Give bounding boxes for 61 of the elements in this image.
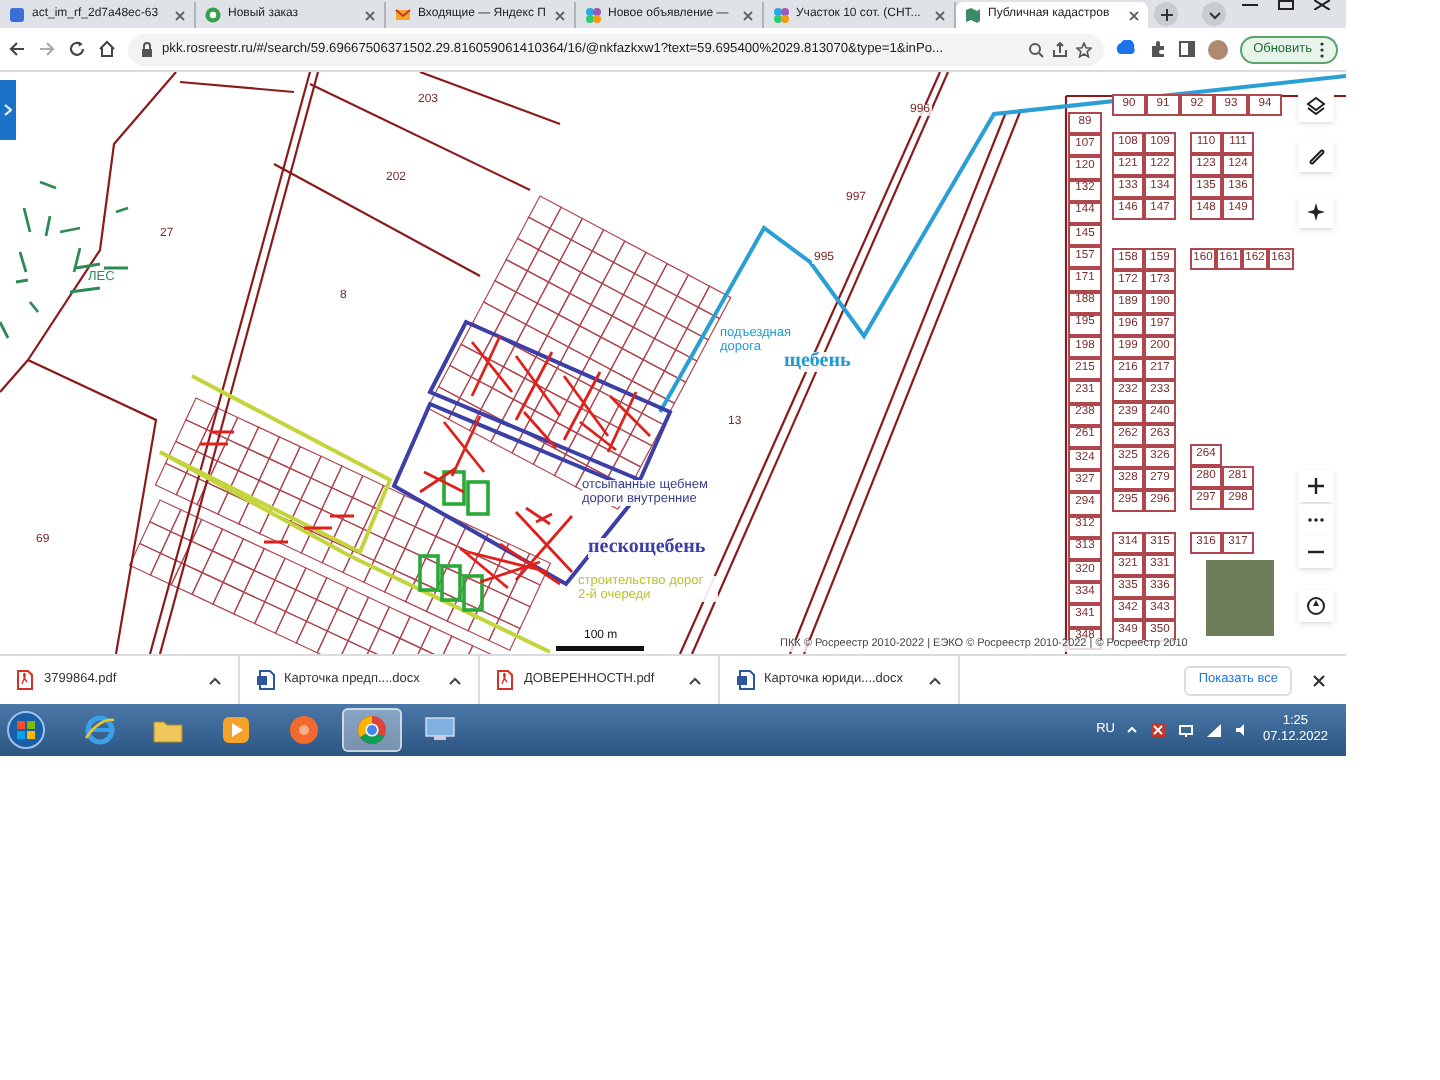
close-icon[interactable] xyxy=(1128,9,1140,21)
reload-icon[interactable] xyxy=(68,40,86,58)
map-control-button[interactable] xyxy=(1298,90,1334,122)
dots-icon xyxy=(584,6,602,24)
pdf-file-icon xyxy=(16,670,36,690)
chevron-icon xyxy=(1207,7,1221,21)
monitor-icon xyxy=(424,714,456,746)
taskbar-button[interactable] xyxy=(342,708,402,752)
cloud-icon[interactable] xyxy=(1115,40,1136,58)
flag-icon[interactable] xyxy=(1150,722,1167,738)
minimize-icon[interactable] xyxy=(1242,0,1258,8)
sidebar-icon[interactable] xyxy=(1177,40,1196,58)
signal-icon[interactable] xyxy=(1206,722,1223,738)
back-icon[interactable] xyxy=(8,40,26,58)
zoom-in-icon xyxy=(1306,476,1326,496)
maximize-icon[interactable] xyxy=(1278,0,1294,10)
layers-icon xyxy=(1306,96,1326,116)
map-control-button[interactable] xyxy=(1298,536,1334,568)
zoom-icon[interactable] xyxy=(1027,41,1044,57)
map-control-button[interactable] xyxy=(1298,590,1334,622)
map-control-button[interactable] xyxy=(1298,470,1334,502)
dots-icon xyxy=(772,6,790,24)
star-icon[interactable] xyxy=(1075,41,1092,57)
lock-icon[interactable] xyxy=(140,41,154,57)
network-icon[interactable] xyxy=(1178,722,1195,738)
compass-icon xyxy=(1306,202,1326,222)
globe-icon xyxy=(84,714,116,746)
map-icon xyxy=(964,6,982,24)
caret-icon[interactable] xyxy=(928,675,942,685)
satellite-thumbnail[interactable] xyxy=(1204,558,1276,638)
browser-icon xyxy=(356,714,388,746)
map-control-button[interactable] xyxy=(1298,196,1334,228)
home-icon[interactable] xyxy=(98,40,116,58)
play-icon xyxy=(220,714,252,746)
map-annotation: пескощебень xyxy=(588,538,706,558)
caret-icon[interactable] xyxy=(448,675,462,685)
map-annotation: щебень xyxy=(784,352,851,372)
plus-icon xyxy=(1159,7,1173,21)
puzzle-icon[interactable] xyxy=(1147,40,1166,58)
mail-icon xyxy=(394,6,412,24)
plot-outline-drawing xyxy=(418,470,490,612)
avatar[interactable] xyxy=(1207,39,1228,59)
caret-icon[interactable] xyxy=(688,675,702,685)
side-panel-toggle[interactable] xyxy=(0,80,16,140)
page-icon xyxy=(8,6,26,24)
circle-icon xyxy=(204,6,222,24)
new-tab-button[interactable] xyxy=(1154,2,1178,26)
tab-search-button[interactable] xyxy=(1202,2,1226,26)
start-button[interactable] xyxy=(6,710,46,750)
chevron-icon xyxy=(4,104,12,116)
word-file-icon xyxy=(736,670,756,690)
ruler-icon xyxy=(1306,146,1326,166)
close-icon[interactable] xyxy=(1314,0,1330,10)
close-icon[interactable] xyxy=(1312,673,1326,687)
share-icon[interactable] xyxy=(1051,41,1068,57)
scale-bar xyxy=(556,646,644,651)
pdf-file-icon xyxy=(496,670,516,690)
circle-icon xyxy=(288,714,320,746)
word-file-icon xyxy=(256,670,276,690)
map-control-button[interactable] xyxy=(1298,140,1334,172)
caret-icon[interactable] xyxy=(208,675,222,685)
